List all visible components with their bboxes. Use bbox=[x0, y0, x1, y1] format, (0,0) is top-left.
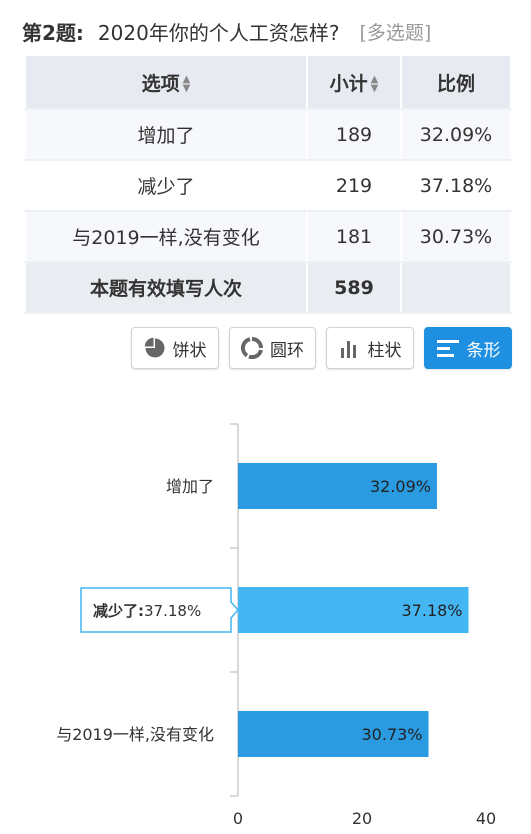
column-chart-button-label: 柱状 bbox=[367, 340, 402, 361]
total-count: 589 bbox=[306, 262, 402, 314]
column-header-option[interactable]: 选项 ▲ ▼ bbox=[24, 56, 308, 110]
question-header: 第2题: 2020年你的个人工资怎样? [多选题] bbox=[22, 14, 431, 48]
option-cell: 减少了 bbox=[24, 160, 308, 212]
bar-value-label: 30.73% bbox=[362, 725, 423, 744]
category-label: 增加了 bbox=[166, 477, 214, 496]
x-tick-label: 0 bbox=[233, 809, 243, 828]
table-row: 减少了 219 37.18% bbox=[24, 160, 512, 212]
total-ratio-cell bbox=[400, 262, 512, 314]
bar-chart-icon bbox=[436, 337, 460, 359]
bar-chart-button[interactable]: 条形 bbox=[424, 327, 512, 369]
column-chart-button[interactable]: 柱状 bbox=[326, 327, 414, 369]
ring-chart-icon bbox=[241, 337, 263, 359]
question-type-tag: [多选题] bbox=[359, 21, 432, 44]
column-chart-icon bbox=[339, 337, 361, 359]
pie-chart-button-label: 饼状 bbox=[172, 340, 207, 361]
option-cell: 增加了 bbox=[24, 109, 308, 161]
pie-chart-icon bbox=[144, 337, 166, 359]
option-cell: 与2019一样,没有变化 bbox=[24, 211, 308, 263]
chart-type-switcher: 饼状 圆环 柱状 条形 bbox=[131, 327, 512, 369]
total-row: 本题有效填写人次 589 bbox=[24, 262, 512, 314]
count-cell: 181 bbox=[306, 211, 402, 263]
count-cell: 219 bbox=[306, 160, 402, 212]
bar-value-label: 37.18% bbox=[402, 601, 463, 620]
ratio-cell: 37.18% bbox=[400, 160, 512, 212]
count-cell: 189 bbox=[306, 109, 402, 161]
ring-chart-button-label: 圆环 bbox=[270, 340, 304, 361]
total-label: 本题有效填写人次 bbox=[24, 262, 308, 314]
x-tick-label: 20 bbox=[352, 809, 372, 828]
x-tick-label: 40 bbox=[476, 809, 496, 828]
ratio-cell: 32.09% bbox=[400, 109, 512, 161]
category-label: 与2019一样,没有变化 bbox=[56, 725, 214, 744]
column-header-count-label: 小计 bbox=[329, 72, 368, 95]
sort-icon[interactable]: ▲ ▼ bbox=[371, 75, 379, 94]
result-table: 选项 ▲ ▼ 小计 ▲ ▼ 比例 增加了 189 32.09% 减少了 219 37.1… bbox=[24, 56, 512, 314]
column-header-count[interactable]: 小计 ▲ ▼ bbox=[306, 56, 402, 110]
column-header-option-label: 选项 bbox=[141, 72, 180, 95]
pie-chart-button[interactable]: 饼状 bbox=[131, 327, 219, 369]
column-header-ratio: 比例 bbox=[400, 56, 512, 110]
question-number: 第2题: bbox=[22, 20, 84, 45]
ring-chart-button[interactable]: 圆环 bbox=[229, 327, 316, 369]
tooltip-text: 减少了:37.18% bbox=[93, 602, 201, 620]
sort-icon[interactable]: ▲ ▼ bbox=[183, 75, 191, 94]
bar-chart: 32.09% 增加了 37.18% 30.73% 与2019一样,没有变化 0 20 40 减少… bbox=[56, 423, 496, 828]
table-header-row: 选项 ▲ ▼ 小计 ▲ ▼ 比例 bbox=[24, 56, 512, 110]
table-row: 与2019一样,没有变化 181 30.73% bbox=[24, 211, 512, 263]
question-title: 2020年你的个人工资怎样? bbox=[97, 20, 340, 45]
bar-value-label: 32.09% bbox=[370, 477, 431, 496]
bar-chart-button-label: 条形 bbox=[466, 340, 501, 361]
ratio-cell: 30.73% bbox=[400, 211, 512, 263]
table-row: 增加了 189 32.09% bbox=[24, 109, 512, 161]
